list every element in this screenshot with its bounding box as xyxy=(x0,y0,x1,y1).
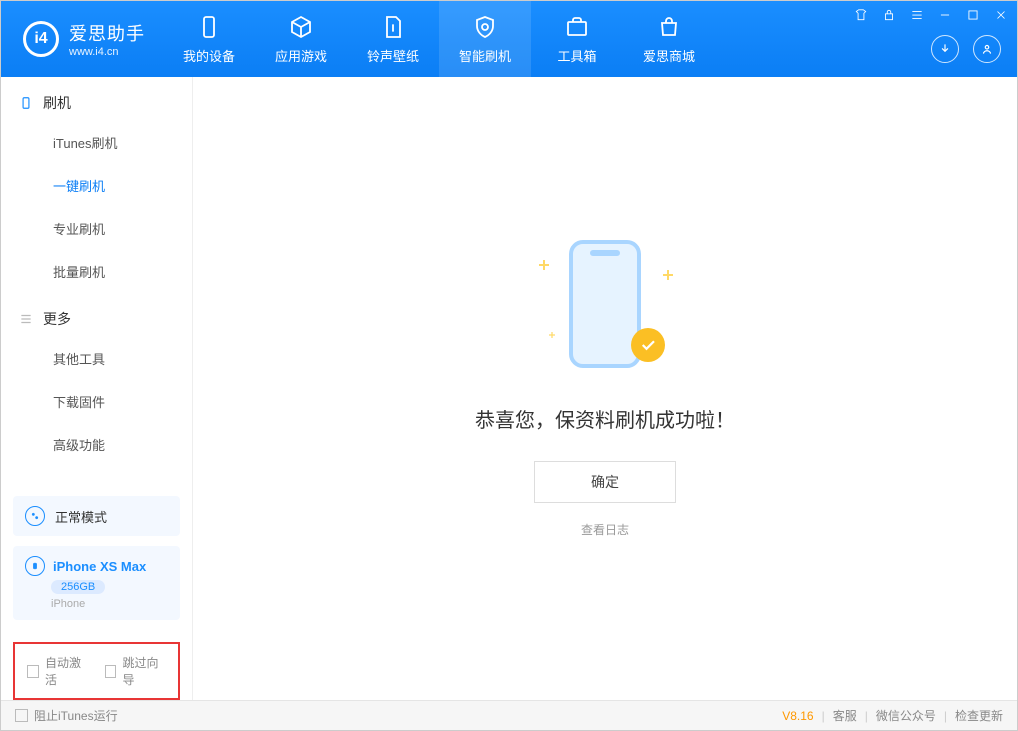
app-name-en: www.i4.cn xyxy=(69,46,145,58)
mode-icon xyxy=(25,506,45,526)
sidebar-group-flash: 刷机 xyxy=(1,77,192,121)
checkbox-block-itunes[interactable]: 阻止iTunes运行 xyxy=(15,707,118,724)
tshirt-icon[interactable] xyxy=(853,7,869,23)
checkbox-auto-activate[interactable]: 自动激活 xyxy=(27,654,89,688)
lock-icon[interactable] xyxy=(881,7,897,23)
app-name-cn: 爱思助手 xyxy=(69,20,145,46)
check-badge-icon xyxy=(631,328,665,362)
device-name: iPhone XS Max xyxy=(53,559,146,574)
phone-outline-icon xyxy=(19,96,33,110)
device-icon xyxy=(25,556,45,576)
view-log-link[interactable]: 查看日志 xyxy=(581,521,629,538)
mode-label: 正常模式 xyxy=(55,507,107,526)
minimize-icon[interactable] xyxy=(937,7,953,23)
sidebar-item-batch-flash[interactable]: 批量刷机 xyxy=(1,250,192,293)
list-icon xyxy=(19,312,33,326)
shield-refresh-icon xyxy=(472,14,498,40)
main-content: 恭喜您，保资料刷机成功啦！ 确定 查看日志 xyxy=(193,77,1017,700)
highlighted-options: 自动激活 跳过向导 xyxy=(13,642,180,700)
success-message: 恭喜您，保资料刷机成功啦！ xyxy=(475,404,735,433)
menu-icon[interactable] xyxy=(909,7,925,23)
version-label[interactable]: V8.16 xyxy=(782,709,813,723)
checkbox-skip-guide[interactable]: 跳过向导 xyxy=(105,654,167,688)
phone-icon xyxy=(196,14,222,40)
app-logo: i4 爱思助手 www.i4.cn xyxy=(1,20,163,58)
sidebar-item-download-firmware[interactable]: 下载固件 xyxy=(1,380,192,423)
maximize-icon[interactable] xyxy=(965,7,981,23)
tab-toolbox[interactable]: 工具箱 xyxy=(531,1,623,77)
tab-apps-games[interactable]: 应用游戏 xyxy=(255,1,347,77)
success-illustration xyxy=(535,240,675,380)
music-file-icon xyxy=(380,14,406,40)
ok-button[interactable]: 确定 xyxy=(534,461,676,503)
sidebar-item-itunes-flash[interactable]: iTunes刷机 xyxy=(1,121,192,164)
sidebar-item-oneclick-flash[interactable]: 一键刷机 xyxy=(1,164,192,207)
sidebar-group-more: 更多 xyxy=(1,293,192,337)
device-storage: 256GB xyxy=(51,580,105,594)
bag-icon xyxy=(656,14,682,40)
tab-ringtone-wallpaper[interactable]: 铃声壁纸 xyxy=(347,1,439,77)
device-type: iPhone xyxy=(51,598,85,610)
cube-icon xyxy=(288,14,314,40)
phone-illustration-icon xyxy=(569,240,641,368)
tab-store[interactable]: 爱思商城 xyxy=(623,1,715,77)
main-tabs: 我的设备 应用游戏 铃声壁纸 智能刷机 工具箱 爱思商城 xyxy=(163,1,715,77)
sidebar-item-other-tools[interactable]: 其他工具 xyxy=(1,337,192,380)
title-bar: i4 爱思助手 www.i4.cn 我的设备 应用游戏 铃声壁纸 智能刷机 工具… xyxy=(1,1,1017,77)
logo-icon: i4 xyxy=(23,21,59,57)
briefcase-icon xyxy=(564,14,590,40)
status-bar: 阻止iTunes运行 V8.16 | 客服 | 微信公众号 | 检查更新 xyxy=(1,700,1017,730)
sidebar-item-pro-flash[interactable]: 专业刷机 xyxy=(1,207,192,250)
mode-card[interactable]: 正常模式 xyxy=(13,496,180,536)
device-card[interactable]: iPhone XS Max 256GB iPhone xyxy=(13,546,180,620)
wechat-link[interactable]: 微信公众号 xyxy=(876,707,936,724)
check-update-link[interactable]: 检查更新 xyxy=(955,707,1003,724)
sidebar-item-advanced[interactable]: 高级功能 xyxy=(1,423,192,466)
close-icon[interactable] xyxy=(993,7,1009,23)
support-link[interactable]: 客服 xyxy=(833,707,857,724)
sidebar: 刷机 iTunes刷机 一键刷机 专业刷机 批量刷机 更多 其他工具 下载固件 … xyxy=(1,77,193,700)
window-controls xyxy=(853,7,1009,23)
tab-smart-flash[interactable]: 智能刷机 xyxy=(439,1,531,77)
header-right-icons xyxy=(931,35,1001,63)
user-icon[interactable] xyxy=(973,35,1001,63)
tab-my-device[interactable]: 我的设备 xyxy=(163,1,255,77)
download-icon[interactable] xyxy=(931,35,959,63)
